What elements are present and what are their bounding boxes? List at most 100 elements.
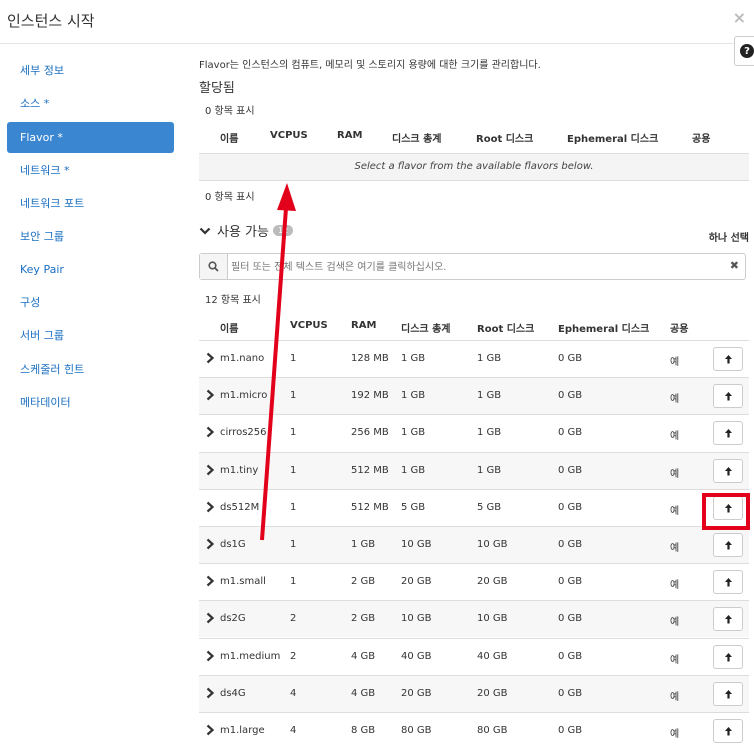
flavor-disk-total: 20 GB <box>401 687 432 699</box>
flavor-vcpus: 1 <box>290 576 297 588</box>
col-vcpus[interactable]: VCPUS <box>270 130 308 141</box>
flavor-vcpus: 4 <box>290 687 297 699</box>
flavor-name: ds512M <box>220 501 260 513</box>
flavor-name: m1.tiny <box>220 464 259 476</box>
available-section-toggle[interactable]: 사용 가능 12 <box>199 221 294 240</box>
chevron-right-icon[interactable] <box>205 650 215 662</box>
col-root-disk[interactable]: Root 디스크 <box>476 130 533 145</box>
col-ram[interactable]: RAM <box>337 130 362 141</box>
sidebar-item-configuration[interactable]: 구성 <box>7 287 174 318</box>
col-disk-total[interactable]: 디스크 총계 <box>401 320 450 335</box>
chevron-right-icon[interactable] <box>205 464 215 476</box>
flavor-ram: 256 MB <box>351 427 389 439</box>
flavor-disk-total: 80 GB <box>401 725 432 736</box>
allocate-button[interactable] <box>713 384 743 409</box>
flavor-root-disk: 1 GB <box>477 353 502 364</box>
allocate-button[interactable] <box>713 607 743 632</box>
flavor-vcpus: 1 <box>290 427 297 439</box>
sidebar-item-network[interactable]: 네트워크 * <box>7 155 174 186</box>
flavor-disk-total: 1 GB <box>401 390 426 402</box>
arrow-up-icon <box>724 355 732 364</box>
sidebar-item-label: 스케줄러 힌트 <box>20 363 85 376</box>
allocate-button[interactable] <box>713 458 743 483</box>
chevron-right-icon[interactable] <box>205 687 215 699</box>
sidebar-item-key-pair[interactable]: Key Pair <box>7 254 174 285</box>
panel-description: Flavor는 인스턴스의 컴퓨트, 메모리 및 스토리지 용량에 대한 크기를… <box>199 60 541 71</box>
flavor-vcpus: 1 <box>290 539 297 550</box>
table-row: ds1G 1 1 GB 10 GB 10 GB 0 GB 예 <box>199 526 749 563</box>
allocate-button[interactable] <box>713 533 743 557</box>
sidebar-item-label: 서버 그룹 <box>20 329 64 342</box>
flavor-disk-total: 10 GB <box>401 539 432 550</box>
sidebar-item-scheduler-hints[interactable]: 스케줄러 힌트 <box>7 354 174 385</box>
chevron-right-icon[interactable] <box>205 612 215 624</box>
sidebar-item-server-groups[interactable]: 서버 그룹 <box>7 320 174 351</box>
flavor-root-disk: 20 GB <box>477 687 508 699</box>
flavor-public: 예 <box>670 729 680 740</box>
sidebar-item-details[interactable]: 세부 정보 <box>7 55 174 86</box>
col-vcpus[interactable]: VCPUS <box>290 320 328 331</box>
flavor-ephemeral: 0 GB <box>558 427 583 439</box>
sidebar-item-label: 소스 <box>20 97 41 110</box>
flavor-disk-total: 5 GB <box>401 501 426 513</box>
modal-title: 인스턴스 시작 <box>7 12 95 30</box>
col-ephemeral[interactable]: Ephemeral 디스크 <box>558 320 649 335</box>
allocate-button[interactable] <box>713 570 743 595</box>
flavor-public: 예 <box>670 394 680 406</box>
col-ram[interactable]: RAM <box>351 320 376 331</box>
flavor-root-disk: 1 GB <box>477 427 502 439</box>
sidebar-item-metadata[interactable]: 메타데이터 <box>7 387 174 418</box>
sidebar-item-network-ports[interactable]: 네트워크 포트 <box>7 188 174 219</box>
col-root-disk[interactable]: Root 디스크 <box>477 320 534 335</box>
allocate-button[interactable] <box>713 644 743 669</box>
allocate-button[interactable] <box>713 681 743 706</box>
allocate-button[interactable] <box>713 719 743 743</box>
flavor-root-disk: 1 GB <box>477 390 502 402</box>
close-icon[interactable]: × <box>733 8 746 27</box>
col-disk-total[interactable]: 디스크 총계 <box>392 130 441 145</box>
flavor-public: 예 <box>670 691 680 703</box>
search-bar[interactable]: ✖ <box>199 253 746 280</box>
sidebar-item-flavor[interactable]: Flavor * <box>7 122 174 153</box>
flavor-ephemeral: 0 GB <box>558 725 583 736</box>
clear-search-icon[interactable]: ✖ <box>730 259 739 272</box>
help-button[interactable]: ? <box>734 36 754 66</box>
table-row: m1.medium 2 4 GB 40 GB 40 GB 0 GB 예 <box>199 637 749 675</box>
arrow-up-icon <box>724 652 732 662</box>
col-public[interactable]: 공용 <box>692 130 710 145</box>
flavor-name: ds2G <box>220 613 246 625</box>
flavor-public: 예 <box>670 580 680 592</box>
flavor-disk-total: 40 GB <box>401 650 432 662</box>
col-name[interactable]: 이름 <box>220 130 238 145</box>
flavor-vcpus: 2 <box>290 613 297 625</box>
chevron-right-icon[interactable] <box>205 352 215 364</box>
chevron-right-icon[interactable] <box>205 575 215 587</box>
col-ephemeral[interactable]: Ephemeral 디스크 <box>567 130 658 145</box>
table-row: ds2G 2 2 GB 10 GB 10 GB 0 GB 예 <box>199 600 749 638</box>
arrow-up-icon <box>724 727 732 736</box>
arrow-up-icon <box>724 392 732 401</box>
sidebar-item-security-groups[interactable]: 보안 그룹 <box>7 221 174 252</box>
sidebar-item-label: 구성 <box>20 296 41 309</box>
chevron-right-icon[interactable] <box>205 426 215 438</box>
sidebar-item-label: 메타데이터 <box>20 396 71 409</box>
flavor-ram: 128 MB <box>351 353 389 364</box>
chevron-right-icon[interactable] <box>205 724 215 736</box>
allocate-button[interactable] <box>713 347 743 371</box>
flavor-ephemeral: 0 GB <box>558 613 583 625</box>
flavor-public: 예 <box>670 431 680 443</box>
sidebar-item-source[interactable]: 소스 * <box>7 88 174 119</box>
flavor-public: 예 <box>670 357 680 368</box>
allocated-title: 할당됨 <box>199 81 235 96</box>
flavor-disk-total: 1 GB <box>401 464 426 476</box>
flavor-public: 예 <box>670 468 680 480</box>
flavor-disk-total: 10 GB <box>401 613 432 625</box>
chevron-right-icon[interactable] <box>205 501 215 513</box>
flavor-name: ds1G <box>220 539 246 550</box>
col-public[interactable]: 공용 <box>670 320 688 335</box>
allocate-button[interactable] <box>713 421 743 446</box>
chevron-right-icon[interactable] <box>205 389 215 401</box>
search-input[interactable] <box>231 259 711 275</box>
chevron-right-icon[interactable] <box>205 538 215 550</box>
col-name[interactable]: 이름 <box>220 320 238 335</box>
